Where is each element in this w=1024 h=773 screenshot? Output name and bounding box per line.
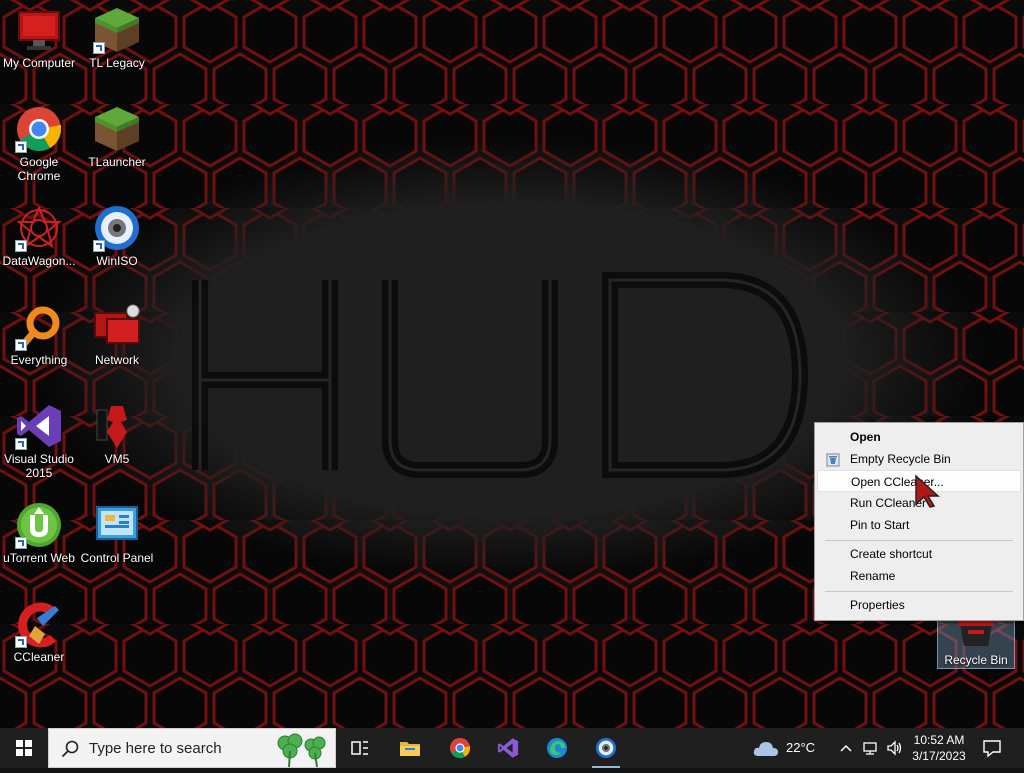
- visual-studio-icon: [497, 738, 519, 758]
- taskbar: Type here to search 22°C 10:52 AM 3/17/2…: [0, 728, 1024, 768]
- desktop-icon-label: WinISO: [96, 254, 138, 268]
- chevron-up-icon[interactable]: [838, 740, 854, 756]
- context-menu: Open Empty Recycle Bin Open CCleaner... …: [814, 422, 1024, 621]
- menu-item-create-shortcut[interactable]: Create shortcut: [817, 543, 1021, 565]
- desktop-icon-visual-studio[interactable]: Visual Studio 2015: [0, 398, 78, 490]
- taskbar-search-box[interactable]: Type here to search: [48, 728, 336, 768]
- disc-icon: [93, 204, 141, 252]
- desktop-icon-label: Visual Studio 2015: [4, 452, 74, 480]
- shortcut-arrow-icon: [15, 438, 27, 450]
- menu-item-open[interactable]: Open: [817, 426, 1021, 448]
- menu-separator: [825, 591, 1013, 592]
- system-tray: 22°C 10:52 AM 3/17/2023: [748, 728, 1024, 768]
- desktop-icon-ccleaner[interactable]: CCleaner: [0, 596, 78, 688]
- network-icon: [93, 303, 141, 351]
- taskbar-task-view[interactable]: [336, 728, 384, 768]
- desktop-icon-winiso[interactable]: WinISO: [78, 200, 156, 292]
- menu-item-pin-to-start[interactable]: Pin to Start: [817, 514, 1021, 536]
- mouse-cursor-icon: [915, 474, 940, 508]
- taskbar-chrome[interactable]: [436, 728, 484, 768]
- desktop-icon-my-computer[interactable]: My Computer: [0, 2, 78, 94]
- desktop-icon-label: CCleaner: [13, 650, 65, 664]
- desktop-icon-tlauncher[interactable]: TLauncher: [78, 101, 156, 193]
- shortcut-arrow-icon: [15, 537, 27, 549]
- menu-item-properties[interactable]: Properties: [817, 594, 1021, 616]
- search-placeholder: Type here to search: [89, 740, 222, 757]
- desktop-icon-everything[interactable]: Everything: [0, 299, 78, 391]
- search-icon: [61, 740, 79, 758]
- taskbar-file-explorer[interactable]: [386, 728, 434, 768]
- task-view-icon: [351, 741, 368, 755]
- start-button[interactable]: [0, 728, 48, 768]
- desktop-icon-label: Google Chrome: [17, 155, 61, 183]
- file-explorer-icon: [400, 742, 420, 756]
- menu-item-label: Create shortcut: [850, 547, 933, 561]
- desktop-icon-label: Network: [94, 353, 139, 367]
- grass-block-icon: [93, 6, 141, 54]
- shortcut-arrow-icon: [15, 141, 27, 153]
- network-icon[interactable]: [862, 740, 878, 756]
- desktop-icon-google-chrome[interactable]: Google Chrome: [0, 101, 78, 193]
- taskbar-winiso[interactable]: [582, 728, 630, 768]
- cloud-icon[interactable]: [752, 738, 780, 758]
- menu-item-label: Open: [850, 430, 881, 444]
- volume-icon[interactable]: [886, 740, 902, 756]
- desktop-icon-label: VM5: [104, 452, 130, 466]
- desktop-icon-label: Everything: [10, 353, 68, 367]
- desktop-icon-utorrent[interactable]: uTorrent Web: [0, 497, 78, 589]
- shortcut-arrow-icon: [93, 42, 105, 54]
- menu-item-label: Empty Recycle Bin: [850, 452, 951, 466]
- visual-studio-icon: [15, 402, 63, 450]
- desktop[interactable]: My Computer Google Chrome DataWagon... E…: [0, 0, 1024, 728]
- recycle-bin-icon: [826, 452, 840, 467]
- menu-item-empty-recycle-bin[interactable]: Empty Recycle Bin: [817, 448, 1021, 470]
- utorrent-icon: [15, 501, 63, 549]
- monitor-icon: [15, 6, 63, 54]
- search-ring-icon: [15, 303, 63, 351]
- notification-icon[interactable]: [982, 738, 1002, 758]
- grass-block-icon: [93, 105, 141, 153]
- menu-item-label: Rename: [850, 569, 896, 583]
- shortcut-arrow-icon: [15, 636, 27, 648]
- recycle-bin-icon: [952, 618, 1000, 646]
- datawagon-icon: [15, 204, 63, 252]
- menu-item-rename[interactable]: Rename: [817, 565, 1021, 587]
- desktop-icon-datawagon[interactable]: DataWagon...: [0, 200, 78, 292]
- weather-temperature[interactable]: 22°C: [786, 740, 815, 755]
- chrome-icon: [15, 105, 63, 153]
- control-panel-icon: [93, 501, 141, 549]
- desktop-icon-label: My Computer: [2, 56, 76, 70]
- desktop-icon-label: Recycle Bin: [944, 653, 1008, 667]
- edge-icon: [547, 738, 567, 758]
- menu-item-label: Properties: [850, 598, 905, 612]
- desktop-icon-vm5[interactable]: VM5: [78, 398, 156, 490]
- desktop-icon-label: uTorrent Web: [3, 551, 75, 565]
- desktop-icon-control-panel[interactable]: Control Panel: [78, 497, 156, 589]
- chrome-icon: [449, 737, 471, 759]
- shortcut-arrow-icon: [93, 240, 105, 252]
- menu-item-label: Pin to Start: [850, 518, 910, 532]
- menu-separator: [825, 540, 1013, 541]
- taskbar-edge[interactable]: [533, 728, 581, 768]
- desktop-icon-network[interactable]: Network: [78, 299, 156, 391]
- desktop-icon-recycle-bin[interactable]: Recycle Bin: [937, 617, 1015, 669]
- desktop-icon-label: TLauncher: [88, 155, 146, 169]
- ccleaner-icon: [15, 600, 63, 648]
- clock-date: 3/17/2023: [912, 749, 966, 763]
- clover-icon: [277, 733, 326, 767]
- clock-time: 10:52 AM: [913, 733, 965, 747]
- shortcut-arrow-icon: [15, 240, 27, 252]
- windows-logo-icon: [16, 740, 32, 756]
- desktop-icon-label: TL Legacy: [89, 56, 145, 70]
- winiso-icon: [595, 737, 617, 759]
- vm5-icon: [93, 402, 141, 450]
- desktop-icon-label: DataWagon...: [2, 254, 76, 268]
- desktop-icon-label: Control Panel: [80, 551, 154, 565]
- shortcut-arrow-icon: [15, 339, 27, 351]
- taskbar-visual-studio[interactable]: [484, 728, 532, 768]
- taskbar-clock[interactable]: 10:52 AM 3/17/2023: [910, 732, 968, 764]
- desktop-icon-tl-legacy[interactable]: TL Legacy: [78, 2, 156, 94]
